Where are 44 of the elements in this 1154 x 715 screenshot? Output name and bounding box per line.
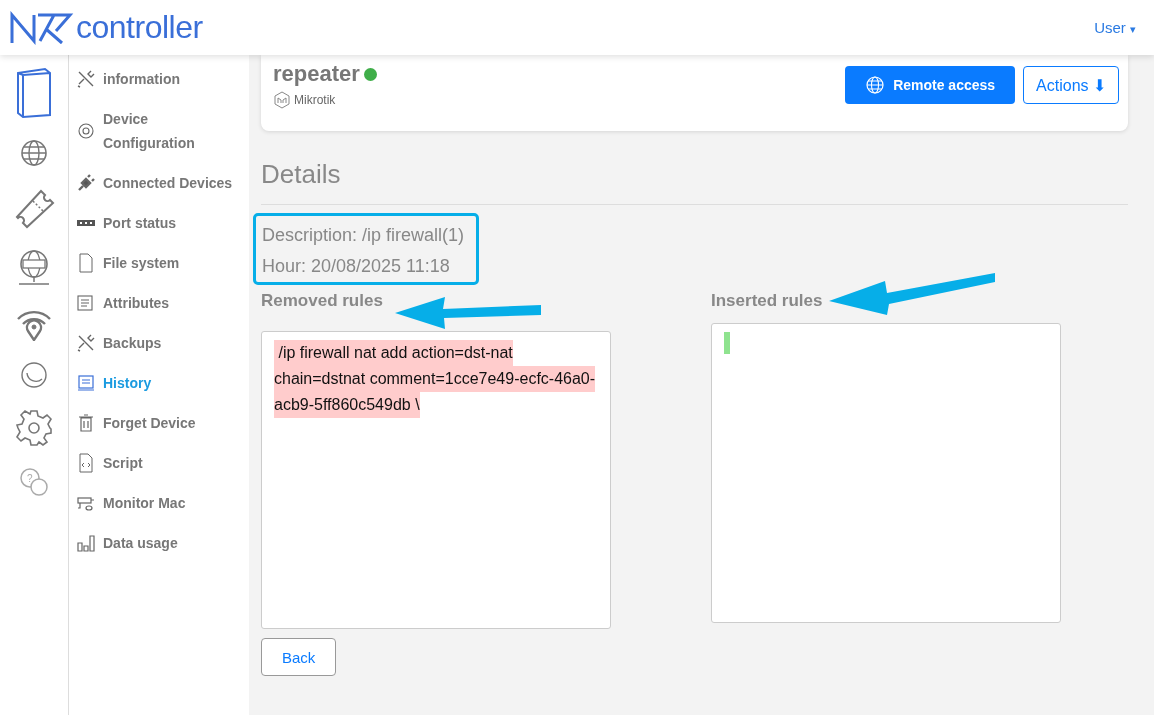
menu-item[interactable]: Attributes (69, 283, 249, 323)
logo-mark-icon (10, 10, 74, 45)
remote-access-button[interactable]: Remote access (845, 66, 1016, 104)
ticket-icon[interactable] (13, 187, 55, 229)
tools-icon (76, 69, 96, 89)
device-name: repeater (273, 61, 360, 87)
circle-icon[interactable] (20, 361, 48, 389)
box-icon[interactable] (15, 67, 53, 119)
settings-icon[interactable] (15, 409, 53, 447)
list-icon (76, 293, 96, 313)
removed-rules-field[interactable]: /ip firewall nat add action=dst-nat chain=dstnat comment=1cce7e49-ecfc-46a0- acb9-5ff860c549db \ (261, 331, 611, 629)
tools-icon (76, 333, 96, 353)
inserted-rules-label: Inserted rules (711, 291, 824, 311)
menu-item[interactable]: Port status (69, 203, 249, 243)
code-icon (76, 453, 96, 473)
hour-text: Hour: 20/08/2025 11:18 (262, 255, 451, 278)
description-text: Description: /ip firewall(1) (262, 224, 465, 247)
globe-icon[interactable] (20, 139, 48, 167)
vendor-name: Mikrotik (294, 93, 336, 107)
inserted-rules-field[interactable] (711, 323, 1061, 623)
menu-item[interactable]: Device Configuration (69, 99, 249, 163)
logo-text: controller (76, 9, 203, 46)
actions-button[interactable]: Actions ⬇ (1023, 66, 1119, 104)
menu-item[interactable]: File system (69, 243, 249, 283)
dns-globe-icon[interactable] (17, 249, 51, 287)
vendor-logo-icon (273, 91, 291, 109)
menu-item[interactable]: Connected Devices (69, 163, 249, 203)
trash-icon (76, 413, 96, 433)
globe-icon (865, 75, 886, 95)
text-cursor (724, 332, 730, 354)
back-button[interactable]: Back (261, 638, 337, 676)
removed-rules-label: Removed rules (261, 291, 384, 311)
menu-item[interactable]: Script (69, 443, 249, 483)
file-icon (76, 253, 96, 273)
menu-item[interactable]: Monitor Mac (69, 483, 249, 523)
user-menu[interactable]: User ▾ (1094, 19, 1136, 36)
details-heading: Details (261, 159, 342, 190)
menu-item[interactable]: Backups (69, 323, 249, 363)
menu-item[interactable]: Data usage (69, 523, 249, 563)
plug-icon (76, 173, 96, 193)
menu-item[interactable]: History (69, 363, 249, 403)
bars-icon (76, 533, 96, 553)
menu-item[interactable]: Forget Device (69, 403, 249, 443)
menu-item[interactable]: information (69, 59, 249, 99)
